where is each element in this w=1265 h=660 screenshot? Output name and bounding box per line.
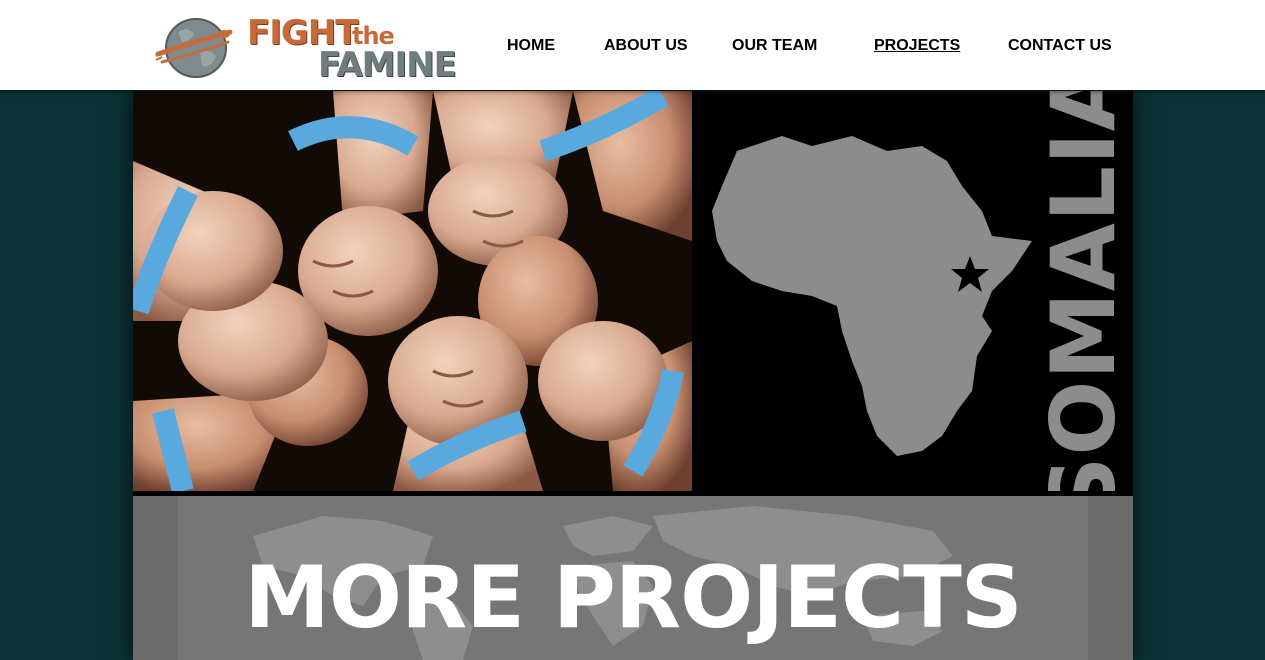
logo-text-famine: FAMINE — [318, 45, 457, 85]
fists-wristbands-photo[interactable] — [133, 91, 692, 491]
more-projects-banner[interactable]: MORE PROJECTS — [133, 496, 1133, 660]
country-label: SOMALIA — [1032, 91, 1133, 491]
more-projects-title: MORE PROJECTS — [244, 548, 1022, 648]
nav-our-team[interactable]: OUR TEAM — [732, 36, 817, 56]
nav-contact-us[interactable]: CONTACT US — [1008, 36, 1112, 56]
nav-projects[interactable]: PROJECTS — [874, 36, 960, 56]
main-content: SOMALIA MORE PROJECTS — [133, 91, 1133, 660]
nav-home[interactable]: HOME — [507, 36, 555, 56]
fists-illustration — [133, 91, 692, 491]
somalia-project-panel[interactable]: SOMALIA — [692, 91, 1133, 491]
nav-about-us[interactable]: ABOUT US — [604, 36, 688, 56]
site-header: FIGHT the FAMINE HOME ABOUT US OUR TEAM … — [0, 0, 1265, 90]
site-logo[interactable]: FIGHT the FAMINE — [150, 8, 470, 84]
globe-fork-spoon-icon — [155, 18, 233, 78]
